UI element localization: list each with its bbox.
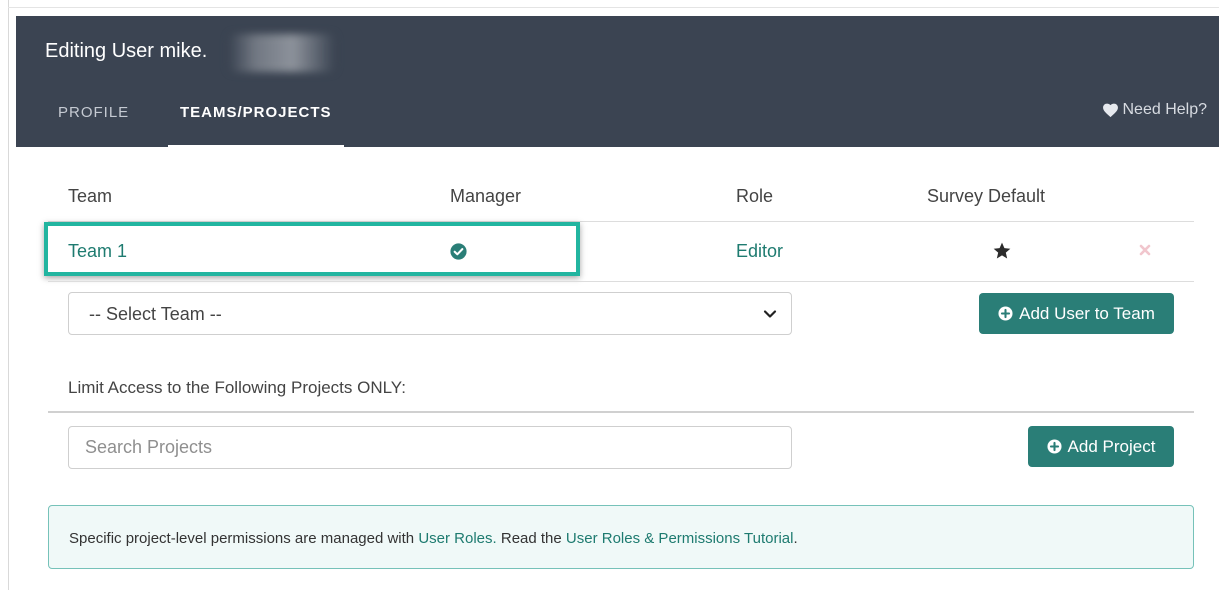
- frame-border-left: [8, 0, 9, 590]
- close-icon[interactable]: [1138, 243, 1152, 257]
- info-text-part-2: Read the: [496, 530, 566, 547]
- info-text: Specific project-level permissions are m…: [69, 530, 798, 547]
- column-header-team: Team: [68, 186, 113, 206]
- table-row-divider: [48, 281, 1194, 282]
- add-project-button[interactable]: Add Project: [1028, 426, 1174, 467]
- limit-access-label: Limit Access to the Following Projects O…: [68, 378, 406, 397]
- tab-profile[interactable]: PROFILE: [58, 104, 129, 121]
- column-header-role: Role: [736, 186, 774, 206]
- info-text-part-1: Specific project-level permissions are m…: [69, 530, 419, 547]
- star-icon[interactable]: [992, 241, 1012, 261]
- plus-circle-icon: [998, 306, 1013, 321]
- column-header-survey-default: Survey Default: [927, 186, 1046, 206]
- need-help-link[interactable]: Need Help?: [1102, 101, 1208, 119]
- highlight-box: [44, 222, 580, 276]
- redacted-username: [229, 34, 335, 72]
- user-roles-link[interactable]: User Roles.: [418, 530, 496, 547]
- add-project-label: Add Project: [1067, 436, 1156, 456]
- team-select[interactable]: -- Select Team --: [68, 292, 792, 335]
- frame-border-top: [8, 7, 1219, 8]
- need-help-label: Need Help?: [1122, 101, 1208, 118]
- add-user-to-team-label: Add User to Team: [1019, 303, 1155, 323]
- page-title: Editing User mike.: [45, 40, 208, 62]
- active-tab-indicator: [168, 145, 344, 148]
- team-select-value: -- Select Team --: [89, 304, 222, 324]
- search-projects-input[interactable]: [68, 426, 792, 469]
- column-header-manager: Manager: [450, 186, 522, 206]
- heart-icon: [1102, 103, 1118, 118]
- user-roles-permissions-tutorial-link[interactable]: User Roles & Permissions Tutorial: [566, 530, 794, 547]
- section-divider: [48, 411, 1194, 413]
- role-link[interactable]: Editor: [736, 241, 783, 262]
- plus-circle-icon: [1047, 439, 1062, 454]
- info-text-part-3: .: [793, 530, 798, 547]
- tab-teams-projects[interactable]: TEAMS/PROJECTS: [180, 104, 332, 121]
- page-header: Editing User mike. PROFILE TEAMS/PROJECT…: [16, 16, 1219, 148]
- add-user-to-team-button[interactable]: Add User to Team: [979, 293, 1174, 334]
- chevron-down-icon: [763, 310, 777, 318]
- info-alert: Specific project-level permissions are m…: [48, 505, 1194, 569]
